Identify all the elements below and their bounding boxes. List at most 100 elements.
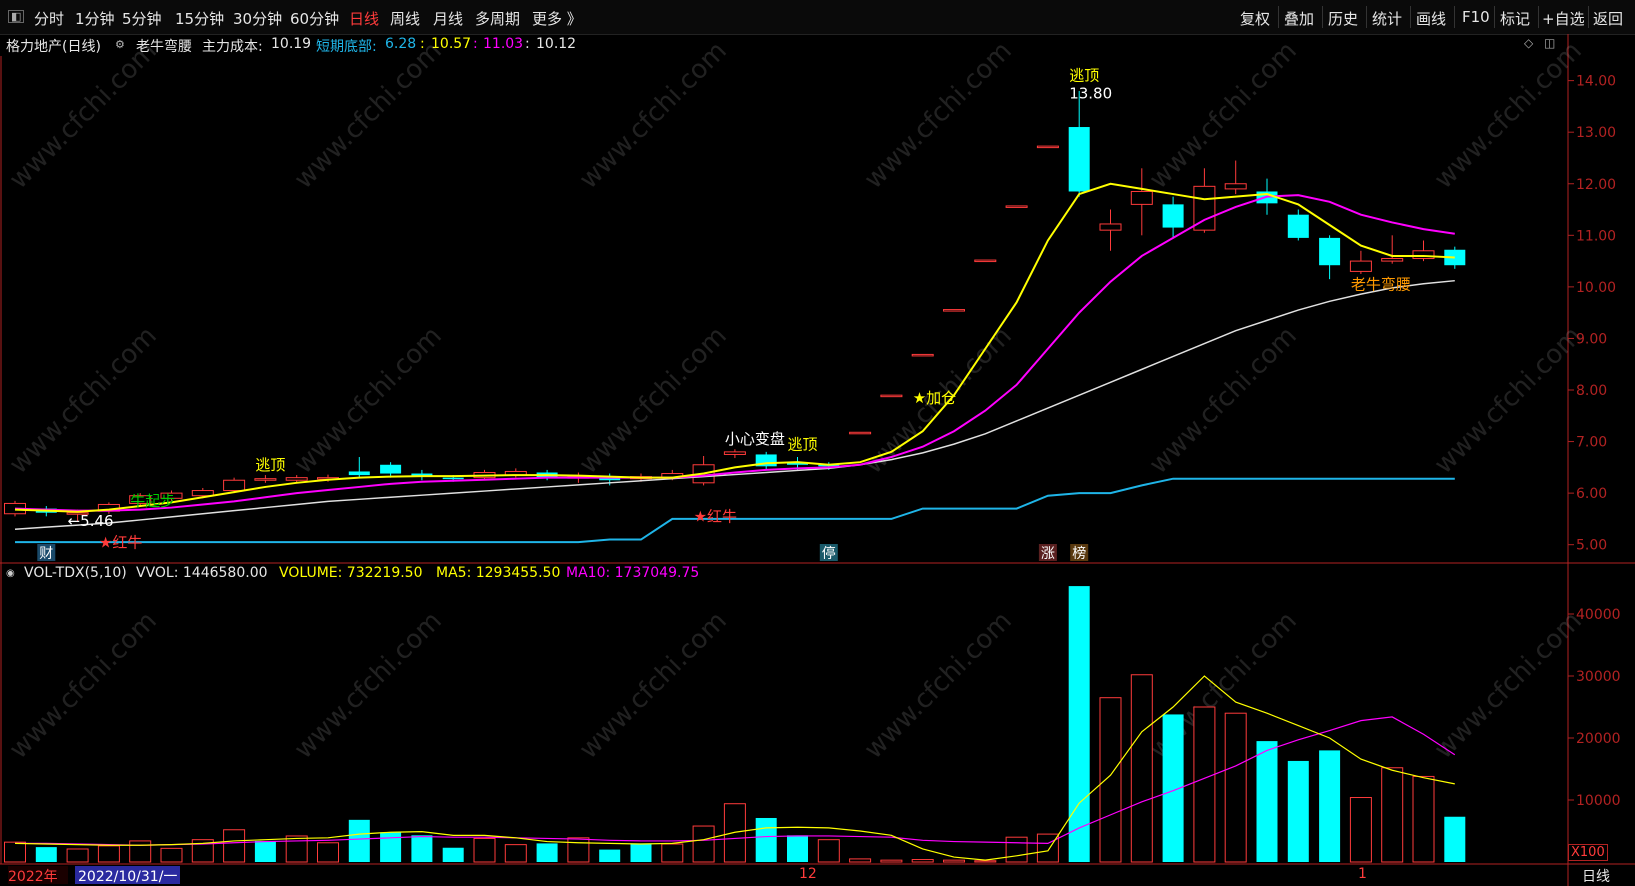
watermark-text: www.cfchi.com — [1429, 36, 1588, 195]
candle — [911, 353, 934, 357]
watermark-text: www.cfchi.com — [859, 36, 1018, 195]
month-label-12: 12 — [799, 866, 817, 882]
volume-tick-label: 10000 — [1576, 793, 1621, 809]
volume-bar — [723, 803, 746, 863]
watermark-group: www.cfchi.com www.cfchi.com www.cfchi.com w… — [4, 36, 1588, 765]
chart-annotation: 逃顶 — [255, 456, 285, 474]
watermark-text: www.cfchi.com — [1144, 36, 1303, 195]
chart-annotation: ★红牛 — [99, 533, 142, 551]
price-tick-label: 13.00 — [1576, 125, 1616, 141]
period-indicator[interactable]: 日线 — [1582, 866, 1610, 886]
volume-bar — [536, 843, 558, 862]
volume-bar — [1349, 797, 1372, 863]
candle-body — [1381, 258, 1404, 262]
volume-bar — [1099, 697, 1122, 863]
kline-chart[interactable]: www.cfchi.com www.cfchi.com www.cfchi.com w… — [0, 0, 1635, 886]
volume-tick-label: 40000 — [1576, 607, 1621, 623]
volume-bar — [442, 847, 464, 862]
volume-bar — [1287, 760, 1309, 862]
candle — [1099, 209, 1122, 251]
candle — [974, 259, 997, 263]
candle — [254, 475, 277, 483]
watermark-text: www.cfchi.com — [289, 606, 448, 765]
chart-annotation: ★加仓 — [913, 389, 956, 407]
price-tick-label: 6.00 — [1576, 486, 1607, 502]
volume-bar — [504, 844, 527, 863]
candle — [411, 469, 433, 481]
volume-bar — [1193, 706, 1216, 863]
event-tag-text: 财 — [39, 546, 53, 562]
watermark-text: www.cfchi.com — [1429, 606, 1588, 765]
volume-unit-label: X100 — [1568, 844, 1608, 861]
watermark-text: www.cfchi.com — [4, 36, 163, 195]
event-tag: 榜 — [1070, 544, 1089, 562]
price-tick-label: 10.00 — [1576, 280, 1616, 296]
candle-body — [223, 479, 246, 492]
watermark-text: www.cfchi.com — [574, 606, 733, 765]
event-tag-text: 榜 — [1072, 545, 1086, 562]
volume-bar — [1005, 836, 1028, 863]
candle — [380, 462, 402, 478]
volume-bar — [1130, 674, 1153, 863]
event-tag: 涨 — [1038, 544, 1057, 562]
candle-body — [191, 490, 214, 497]
volume-bar — [630, 843, 652, 862]
candle-body — [1162, 204, 1184, 228]
candle-body — [1319, 237, 1341, 266]
price-tick-label: 8.00 — [1576, 383, 1607, 399]
candle — [692, 456, 715, 486]
watermark-text: www.cfchi.com — [574, 36, 733, 195]
candle-body — [1036, 145, 1059, 149]
volume-bar — [1319, 750, 1341, 862]
candle — [880, 394, 903, 398]
month-label-1: 1 — [1358, 866, 1367, 882]
volume-bar — [787, 835, 808, 862]
candle — [723, 449, 746, 459]
volume-bar — [943, 859, 965, 863]
candle — [1412, 240, 1435, 262]
volume-bar — [1444, 816, 1466, 862]
watermark-text: www.cfchi.com — [859, 606, 1018, 765]
watermark-text: www.cfchi.com — [4, 321, 163, 480]
chart-annotation: 小心变盘 — [725, 430, 785, 448]
candle-body — [1005, 205, 1028, 208]
volume-tick-label: 30000 — [1576, 669, 1621, 685]
watermark-text: www.cfchi.com — [1144, 321, 1303, 480]
volume-bar — [1381, 767, 1404, 863]
volume-bar — [817, 839, 840, 863]
volume-bar — [661, 843, 684, 863]
chart-annotation: 老牛弯腰 — [1351, 275, 1411, 293]
event-tag: 财 — [37, 544, 56, 562]
event-tag: 停 — [819, 544, 838, 562]
candle-body — [1099, 223, 1122, 231]
volume-bar — [849, 858, 872, 863]
price-tick-label: 12.00 — [1576, 177, 1616, 193]
volume-bar — [473, 837, 496, 863]
volume-bar — [880, 859, 903, 863]
candle — [1036, 145, 1059, 149]
volume-bar — [317, 842, 339, 863]
volume-bar — [1036, 833, 1059, 863]
volume-bar — [1412, 775, 1435, 863]
candle — [348, 457, 370, 478]
price-tick-label: 14.00 — [1576, 74, 1616, 90]
volume-bar — [911, 859, 934, 863]
candle — [1381, 235, 1404, 264]
price-tick-label: 7.00 — [1576, 435, 1607, 451]
volume-bar — [348, 819, 370, 862]
chart-annotation: 逃顶 — [1069, 67, 1099, 85]
volume-bar — [599, 849, 621, 862]
candle-body — [1130, 190, 1153, 205]
volume-bar — [1256, 741, 1278, 862]
candle-body — [911, 353, 934, 357]
volume-bar — [66, 848, 89, 863]
volume-bar — [129, 840, 152, 863]
candle-body — [880, 394, 903, 398]
chart-annotation: 牛起步 — [130, 492, 175, 510]
volume-bar — [567, 837, 590, 863]
candle-body — [974, 259, 997, 263]
chart-annotation: ★红牛 — [694, 507, 737, 525]
price-tick-label: 9.00 — [1576, 331, 1607, 347]
price-tick-label: 5.00 — [1576, 538, 1607, 554]
volume-bar — [411, 835, 433, 862]
